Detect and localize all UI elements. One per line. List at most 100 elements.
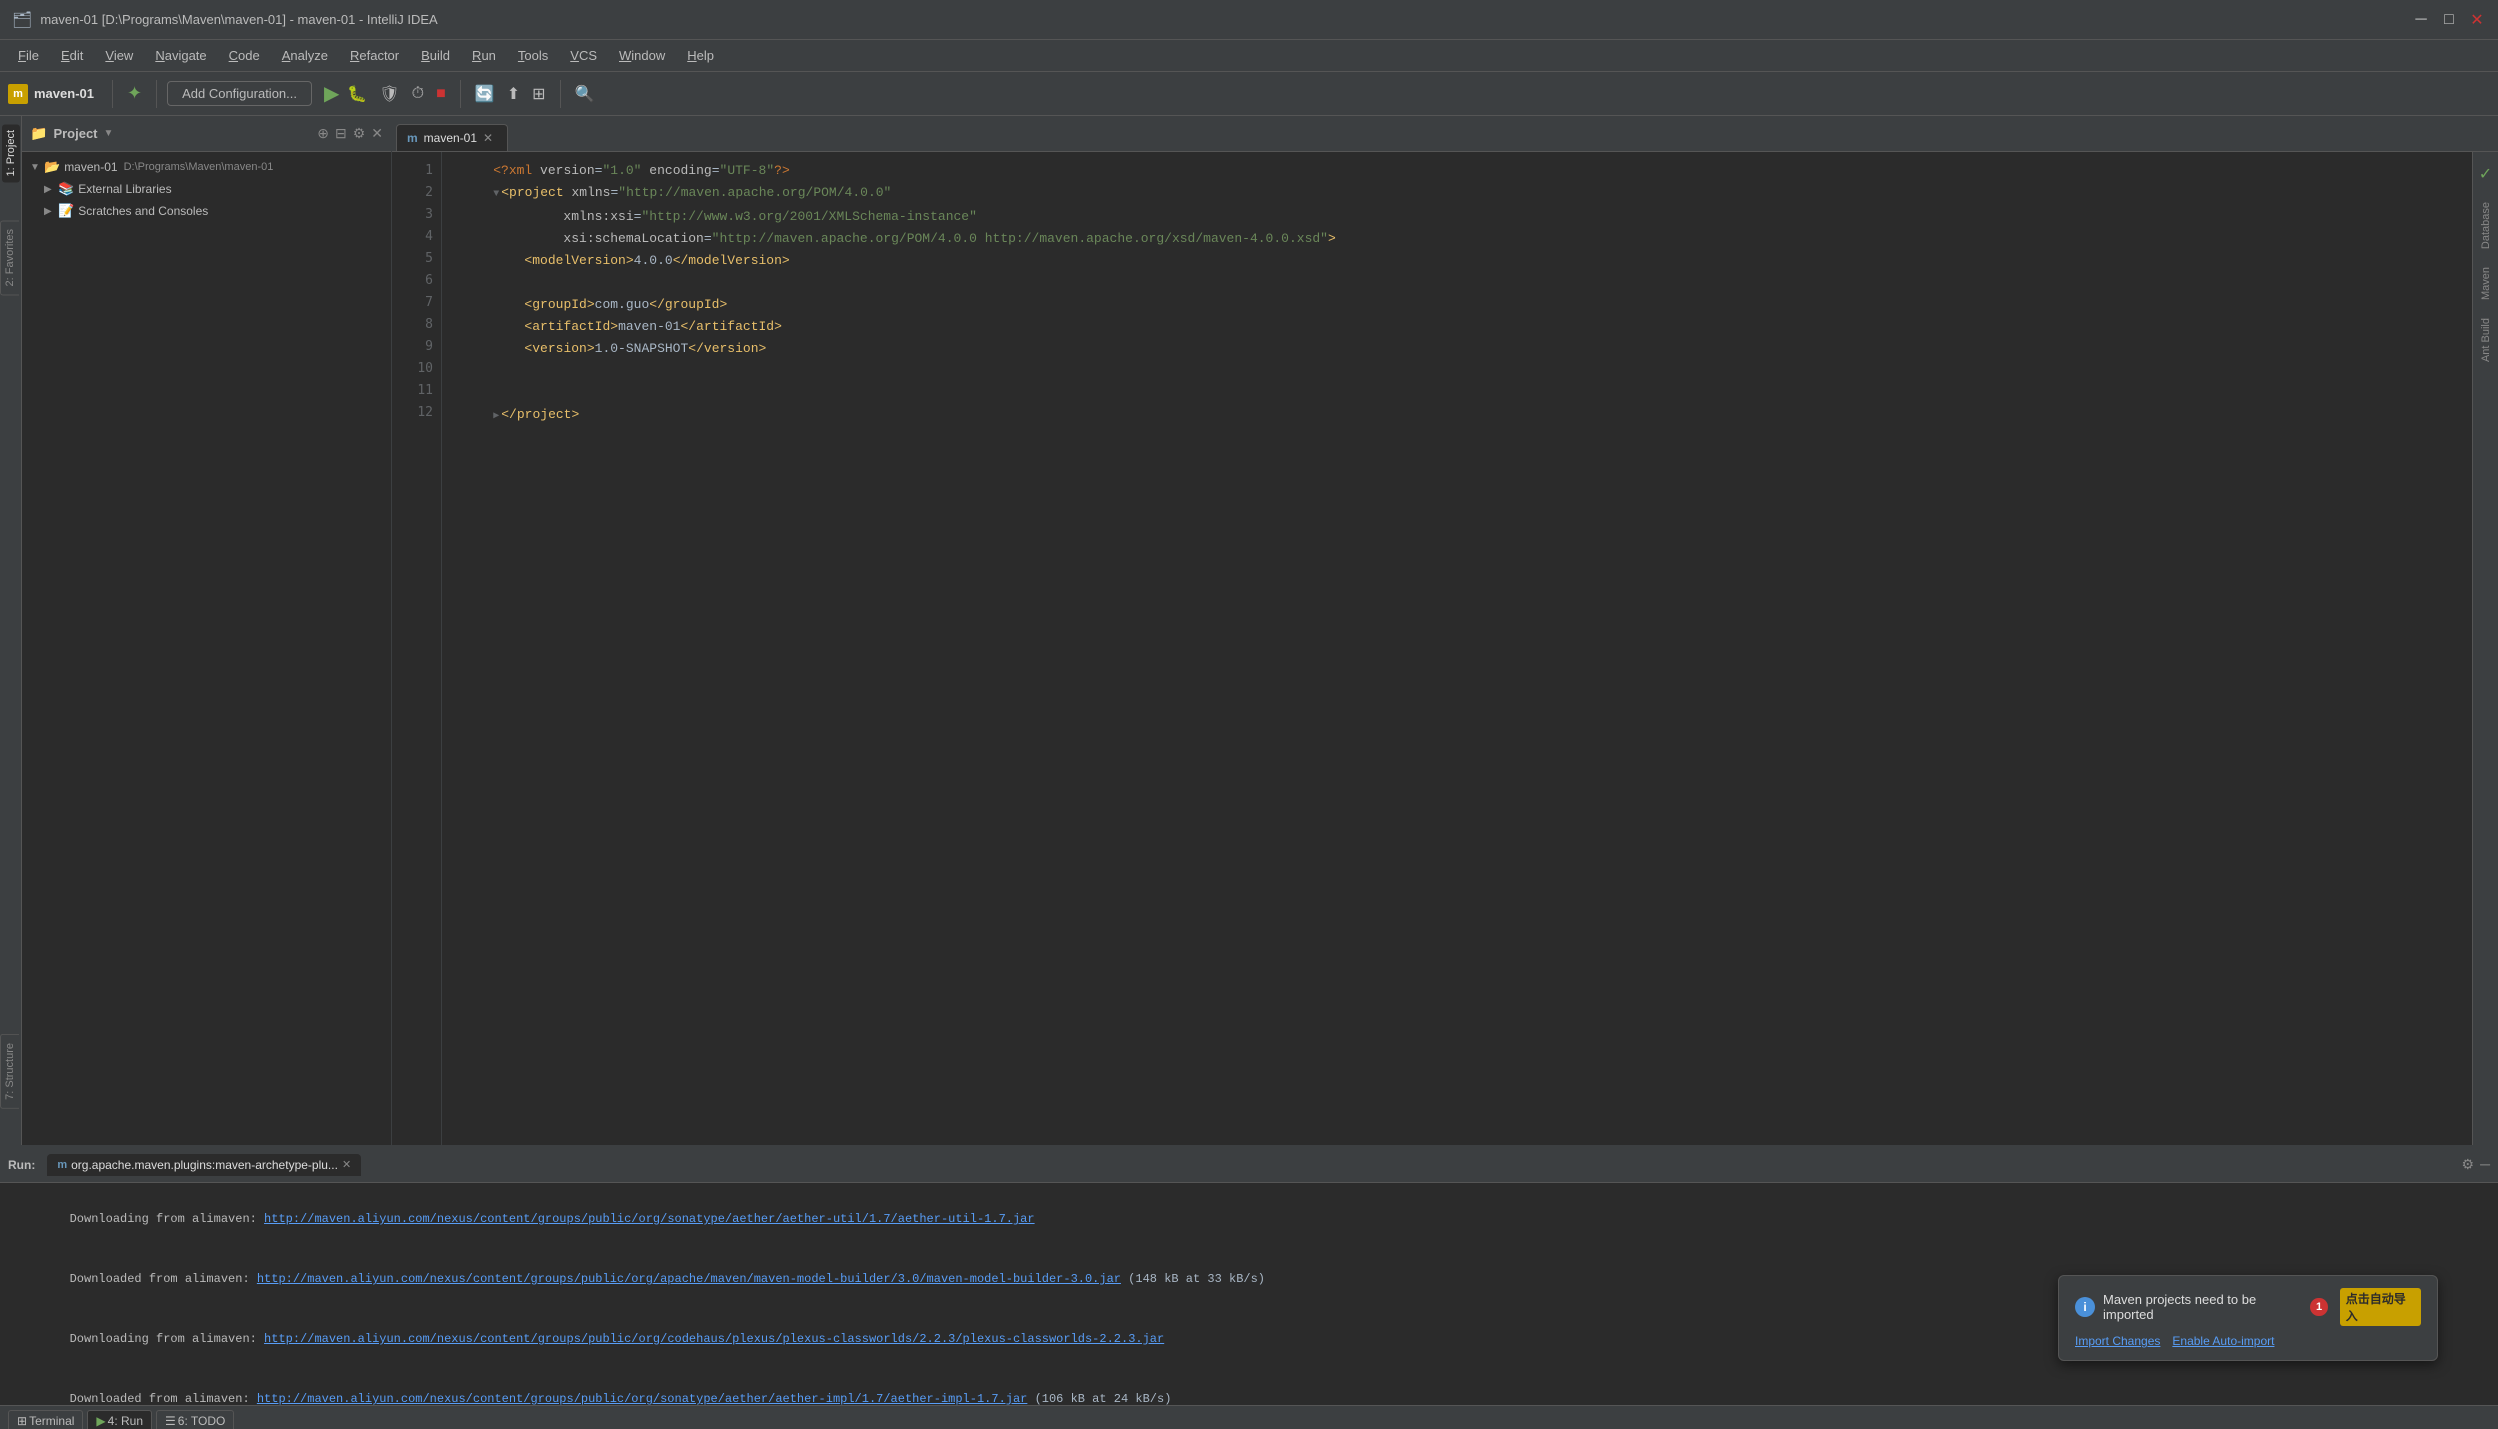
editor-tab-maven-01[interactable]: m maven-01 ✕ — [396, 124, 508, 151]
ant-build-panel-tab[interactable]: Ant Build — [2476, 310, 2496, 370]
menu-vcs[interactable]: VCS — [560, 44, 607, 67]
code-line-10 — [462, 360, 2472, 382]
tab-close-maven-01[interactable]: ✕ — [483, 131, 493, 145]
line-num-6: 6 — [392, 270, 433, 292]
menu-build[interactable]: Build — [411, 44, 460, 67]
scratches-icon: 📝 — [58, 203, 74, 219]
menu-navigate[interactable]: Navigate — [145, 44, 216, 67]
favorites-side-tab[interactable]: 2: Favorites — [0, 220, 19, 295]
project-header-left: 📁 Project ▼ — [30, 125, 113, 142]
menu-code[interactable]: Code — [219, 44, 270, 67]
editor-area: m maven-01 ✕ 1 2 3 4 5 6 7 8 9 — [392, 116, 2498, 1145]
menu-window[interactable]: Window — [609, 44, 675, 67]
tree-item-scratches[interactable]: ▶ 📝 Scratches and Consoles — [22, 200, 391, 222]
left-structure-tab: 7: Structure — [0, 1034, 19, 1109]
line-num-7: 7 — [392, 292, 433, 314]
todo-tab-button[interactable]: ☰ 6: TODO — [156, 1410, 234, 1429]
left-vertical-tabs: 2: Favorites — [0, 220, 19, 295]
code-line-2: ▼<project xmlns="http://maven.apache.org… — [462, 182, 2472, 206]
project-side-tab[interactable]: 1: Project — [2, 124, 20, 182]
terminal-tab-button[interactable]: ⊞ Terminal — [8, 1410, 83, 1429]
code-line-5: <modelVersion>4.0.0</modelVersion> — [462, 250, 2472, 272]
output-line-4: Downloaded from alimaven: http://maven.a… — [12, 1369, 2486, 1405]
tree-label-maven-01: maven-01 — [64, 160, 117, 174]
maximize-button[interactable]: □ — [2440, 11, 2458, 29]
toolbar-separator-1 — [112, 80, 113, 108]
debug-button[interactable]: 🐛 — [343, 80, 371, 108]
arrow-icon: ▶ — [44, 184, 58, 195]
output-line-1: Downloading from alimaven: http://maven.… — [12, 1189, 2486, 1249]
run-tab-button[interactable]: ▶ 4: Run — [87, 1410, 152, 1429]
find-icon[interactable]: 🔍 — [571, 80, 599, 108]
menu-refactor[interactable]: Refactor — [340, 44, 409, 67]
project-icon: m — [8, 84, 28, 104]
run-label: Run: — [8, 1158, 35, 1172]
run-button[interactable]: ▶ — [324, 81, 339, 106]
stop-button[interactable]: ■ — [432, 81, 450, 107]
menu-run[interactable]: Run — [462, 44, 506, 67]
run-tab-label: org.apache.maven.plugins:maven-archetype… — [71, 1158, 338, 1172]
right-side-panel: ✓ Database Maven Ant Build — [2472, 152, 2498, 1145]
code-editor[interactable]: <?xml version="1.0" encoding="UTF-8"?> ▼… — [442, 152, 2472, 1145]
update-project-icon[interactable]: 🔄 — [471, 80, 499, 108]
line-num-2: 2 — [392, 182, 433, 204]
import-changes-link[interactable]: Import Changes — [2075, 1334, 2160, 1348]
todo-label: 6: TODO — [178, 1414, 226, 1428]
maven-notification: i Maven projects need to be imported 1 点… — [2058, 1275, 2438, 1361]
menu-view[interactable]: View — [95, 44, 143, 67]
code-line-9: <version>1.0-SNAPSHOT</version> — [462, 338, 2472, 360]
vcs-icon[interactable]: ⬆ — [503, 80, 524, 108]
project-folder-icon: 📁 — [30, 125, 47, 142]
database-panel-tab[interactable]: Database — [2476, 194, 2496, 257]
title-bar: 🗂 maven-01 [D:\Programs\Maven\maven-01] … — [0, 0, 2498, 40]
code-line-3: xmlns:xsi="http://www.w3.org/2001/XMLSch… — [462, 206, 2472, 228]
tab-label-maven-01: maven-01 — [424, 131, 477, 145]
structure-side-tab[interactable]: 7: Structure — [0, 1034, 19, 1109]
tree-item-external-libs[interactable]: ▶ 📚 External Libraries — [22, 178, 391, 200]
maven-panel-tab[interactable]: Maven — [2476, 259, 2496, 308]
line-num-10: 10 — [392, 358, 433, 380]
collapse-all-icon[interactable]: ⊟ — [335, 125, 347, 142]
tab-maven-icon: m — [407, 131, 418, 145]
terminal-icon[interactable]: ⊞ — [528, 80, 549, 108]
line-num-4: 4 — [392, 226, 433, 248]
run-with-coverage-icon[interactable]: 🛡 — [375, 80, 403, 108]
arrow-icon: ▼ — [30, 162, 44, 173]
close-panel-icon[interactable]: ✕ — [371, 125, 383, 142]
project-panel-title: Project — [53, 126, 97, 141]
main-layout: 1: Project 📁 Project ▼ ⊕ ⊟ ⚙ ✕ — [0, 116, 2498, 1145]
settings-icon[interactable]: ⚙ — [2462, 1156, 2475, 1173]
menu-analyze[interactable]: Analyze — [272, 44, 338, 67]
menu-tools[interactable]: Tools — [508, 44, 558, 67]
profile-icon[interactable]: ⏱ — [408, 81, 428, 107]
menu-edit[interactable]: Edit — [51, 44, 93, 67]
gear-icon[interactable]: ⚙ — [353, 125, 366, 142]
tree-item-maven-root[interactable]: ▼ 📂 maven-01 D:\Programs\Maven\maven-01 — [22, 156, 391, 178]
menu-file[interactable]: File — [8, 44, 49, 67]
minimize-button[interactable]: ─ — [2412, 11, 2430, 29]
hide-panel-icon[interactable]: ─ — [2480, 1156, 2490, 1173]
enable-auto-import-link[interactable]: Enable Auto-import — [2172, 1334, 2274, 1348]
notification-highlight: 点击自动导入 — [2340, 1288, 2421, 1326]
window-title: maven-01 [D:\Programs\Maven\maven-01] - … — [40, 12, 437, 27]
bottom-tab-run[interactable]: m org.apache.maven.plugins:maven-archety… — [47, 1154, 361, 1176]
line-num-5: 5 — [392, 248, 433, 270]
folder-icon: 📂 — [44, 159, 60, 175]
locate-icon[interactable]: ⊕ — [317, 125, 329, 142]
menu-bar: File Edit View Navigate Code Analyze Ref… — [0, 40, 2498, 72]
add-configuration-button[interactable]: Add Configuration... — [167, 81, 312, 106]
search-everywhere-icon[interactable]: ✦ — [123, 79, 146, 108]
code-line-8: <artifactId>maven-01</artifactId> — [462, 316, 2472, 338]
bottom-panel-icons: ⚙ ─ — [2462, 1156, 2490, 1173]
line-num-11: 11 — [392, 380, 433, 402]
terminal-label: Terminal — [29, 1414, 74, 1428]
line-num-9: 9 — [392, 336, 433, 358]
tree-label-external-libs: External Libraries — [78, 182, 171, 196]
run-tab-close[interactable]: ✕ — [342, 1158, 351, 1171]
menu-help[interactable]: Help — [677, 44, 724, 67]
project-header-icons: ⊕ ⊟ ⚙ ✕ — [317, 125, 383, 142]
project-dropdown-icon[interactable]: ▼ — [104, 128, 114, 139]
editor-content: 1 2 3 4 5 6 7 8 9 10 11 12 <?xml version… — [392, 152, 2498, 1145]
toolbar-separator-3 — [460, 80, 461, 108]
close-button[interactable]: ✕ — [2468, 11, 2486, 29]
